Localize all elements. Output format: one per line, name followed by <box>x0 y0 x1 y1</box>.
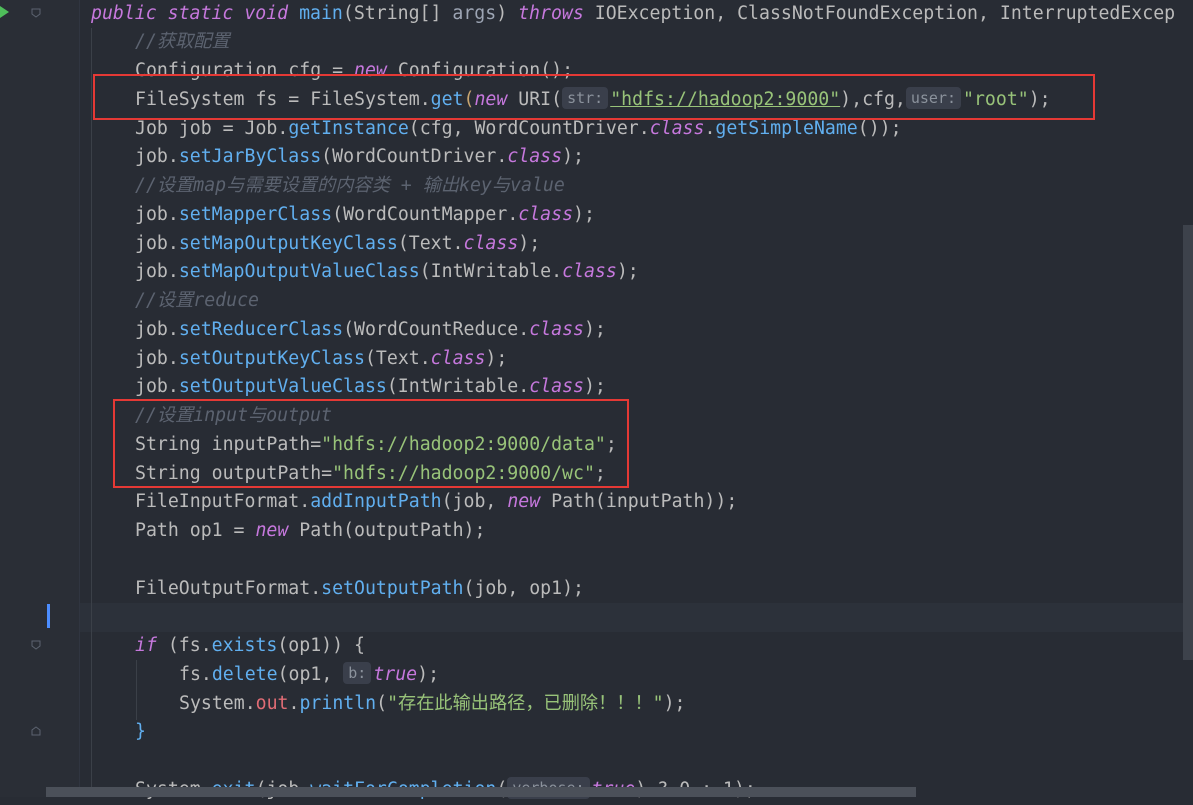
code-line: } <box>135 721 146 742</box>
code-line: job.setReducerClass(WordCountReduce.clas… <box>135 319 606 340</box>
code-line: System.out.println("存在此输出路径，已删除！！！"); <box>179 693 686 714</box>
code-line: job.setMapperClass(WordCountMapper.class… <box>135 204 595 225</box>
code-line: job.setMapOutputValueClass(IntWritable.c… <box>135 261 639 282</box>
code-line: //设置reduce <box>135 290 259 311</box>
code-line: FileInputFormat.addInputPath(job, new Pa… <box>135 491 738 512</box>
code-line: public static void main(String[] args) t… <box>91 3 1176 24</box>
code-line: job.setJarByClass(WordCountDriver.class)… <box>135 146 584 167</box>
code-line: job.setOutputValueClass(IntWritable.clas… <box>135 376 606 397</box>
code-line: job.setOutputKeyClass(Text.class); <box>135 348 508 369</box>
code-line: fs.delete(op1, b: true); <box>179 662 440 685</box>
annotation-box-filesystem <box>93 74 1095 120</box>
annotation-box-paths <box>113 399 629 488</box>
code-line: FileOutputFormat.setOutputPath(job, op1)… <box>135 578 584 599</box>
code-line: //获取配置 <box>135 31 230 52</box>
code-line: if (fs.exists(op1)) { <box>135 635 365 656</box>
code-line: //设置map与需要设置的内容类 + 输出key与value <box>135 175 565 196</box>
vertical-scrollbar[interactable] <box>1183 225 1193 660</box>
parameter-hint: b: <box>343 662 372 684</box>
code-line: Path op1 = new Path(outputPath); <box>135 520 486 541</box>
horizontal-scrollbar[interactable] <box>46 787 916 797</box>
code-line: job.setMapOutputKeyClass(Text.class); <box>135 233 541 254</box>
